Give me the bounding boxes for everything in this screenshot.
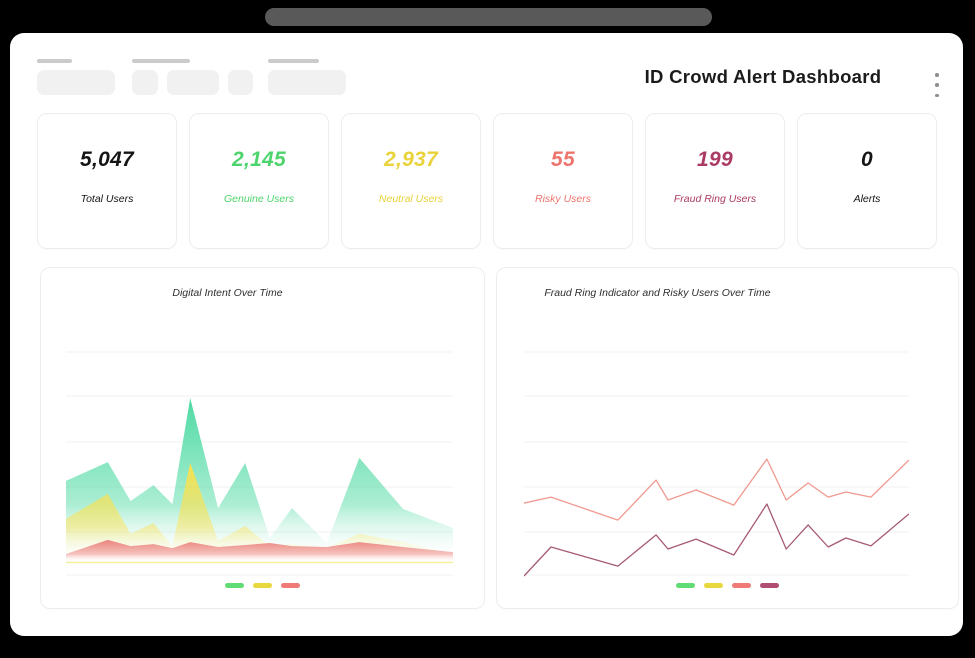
line-chart-canvas	[524, 341, 909, 581]
stat-label: Genuine Users	[190, 193, 328, 205]
chart-card-fraud-ring: Fraud Ring Indicator and Risky Users Ove…	[496, 267, 959, 609]
stat-card-risky-users: 55 Risky Users	[493, 113, 633, 249]
chart-legend	[41, 583, 484, 588]
skeleton-label	[132, 59, 190, 63]
chart-legend	[497, 583, 958, 588]
nav-skeleton-group	[132, 59, 253, 95]
stat-card-alerts: 0 Alerts	[797, 113, 937, 249]
area-chart-canvas	[66, 341, 453, 581]
nav-skeleton-group	[268, 59, 346, 95]
dashboard-window: ID Crowd Alert Dashboard 5,047 Total Use…	[10, 33, 963, 636]
window-drag-handle[interactable]	[265, 8, 712, 26]
chart-card-digital-intent: Digital Intent Over Time	[40, 267, 485, 609]
nav-skeleton-group	[37, 59, 115, 95]
skeleton-label	[268, 59, 319, 63]
stat-value: 2,145	[190, 148, 328, 172]
stat-label: Alerts	[798, 193, 936, 205]
stat-card-total-users: 5,047 Total Users	[37, 113, 177, 249]
stat-label: Total Users	[38, 193, 176, 205]
stat-value: 0	[798, 148, 936, 172]
legend-item[interactable]	[704, 583, 723, 588]
legend-item[interactable]	[253, 583, 272, 588]
legend-item[interactable]	[676, 583, 695, 588]
stat-value: 55	[494, 148, 632, 172]
skeleton-control	[228, 70, 253, 95]
chart-title: Digital Intent Over Time	[6, 287, 449, 299]
stat-card-fraud-ring-users: 199 Fraud Ring Users	[645, 113, 785, 249]
skeleton-control	[132, 70, 158, 95]
chart-title: Fraud Ring Indicator and Risky Users Ove…	[427, 287, 888, 299]
stat-value: 199	[646, 148, 784, 172]
stat-value: 2,937	[342, 148, 480, 172]
skeleton-label	[37, 59, 72, 63]
skeleton-control	[37, 70, 115, 95]
stat-label: Fraud Ring Users	[646, 193, 784, 205]
stat-label: Neutral Users	[342, 193, 480, 205]
kebab-menu-icon[interactable]	[930, 73, 944, 97]
legend-item[interactable]	[760, 583, 779, 588]
desktop-background: ID Crowd Alert Dashboard 5,047 Total Use…	[0, 0, 975, 658]
legend-item[interactable]	[225, 583, 244, 588]
page-title: ID Crowd Alert Dashboard	[563, 66, 963, 88]
stats-row: 5,047 Total Users 2,145 Genuine Users 2,…	[37, 113, 937, 249]
legend-item[interactable]	[281, 583, 300, 588]
stat-label: Risky Users	[494, 193, 632, 205]
skeleton-control	[167, 70, 219, 95]
legend-item[interactable]	[732, 583, 751, 588]
skeleton-control	[268, 70, 346, 95]
stat-card-neutral-users: 2,937 Neutral Users	[341, 113, 481, 249]
stat-value: 5,047	[38, 148, 176, 172]
stat-card-genuine-users: 2,145 Genuine Users	[189, 113, 329, 249]
